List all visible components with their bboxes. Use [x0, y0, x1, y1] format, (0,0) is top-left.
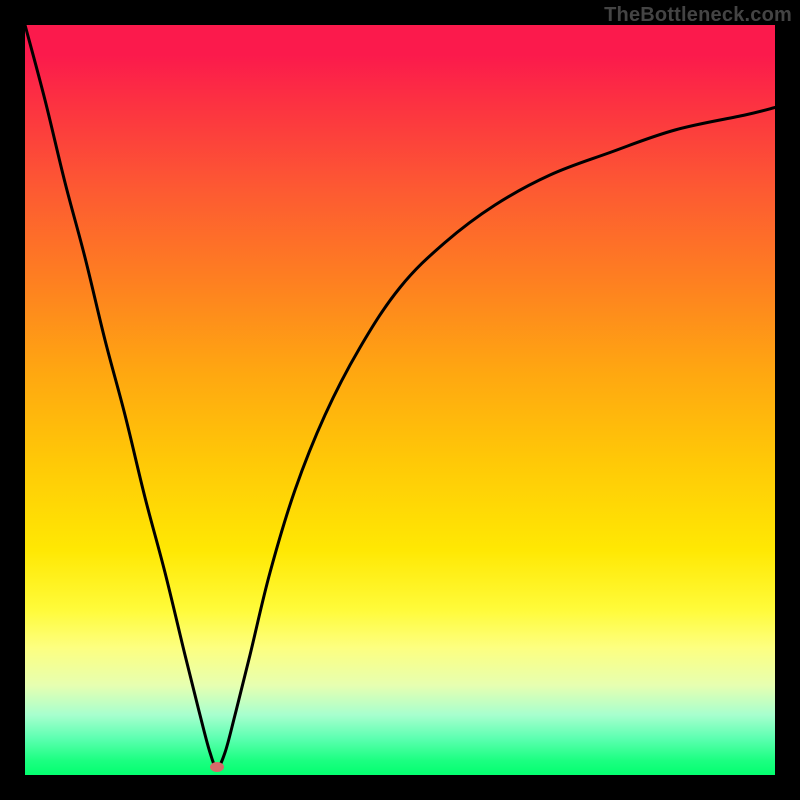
bottleneck-curve	[25, 25, 775, 775]
minimum-marker	[210, 762, 224, 772]
attribution-text: TheBottleneck.com	[604, 4, 792, 27]
chart-frame	[25, 25, 775, 775]
